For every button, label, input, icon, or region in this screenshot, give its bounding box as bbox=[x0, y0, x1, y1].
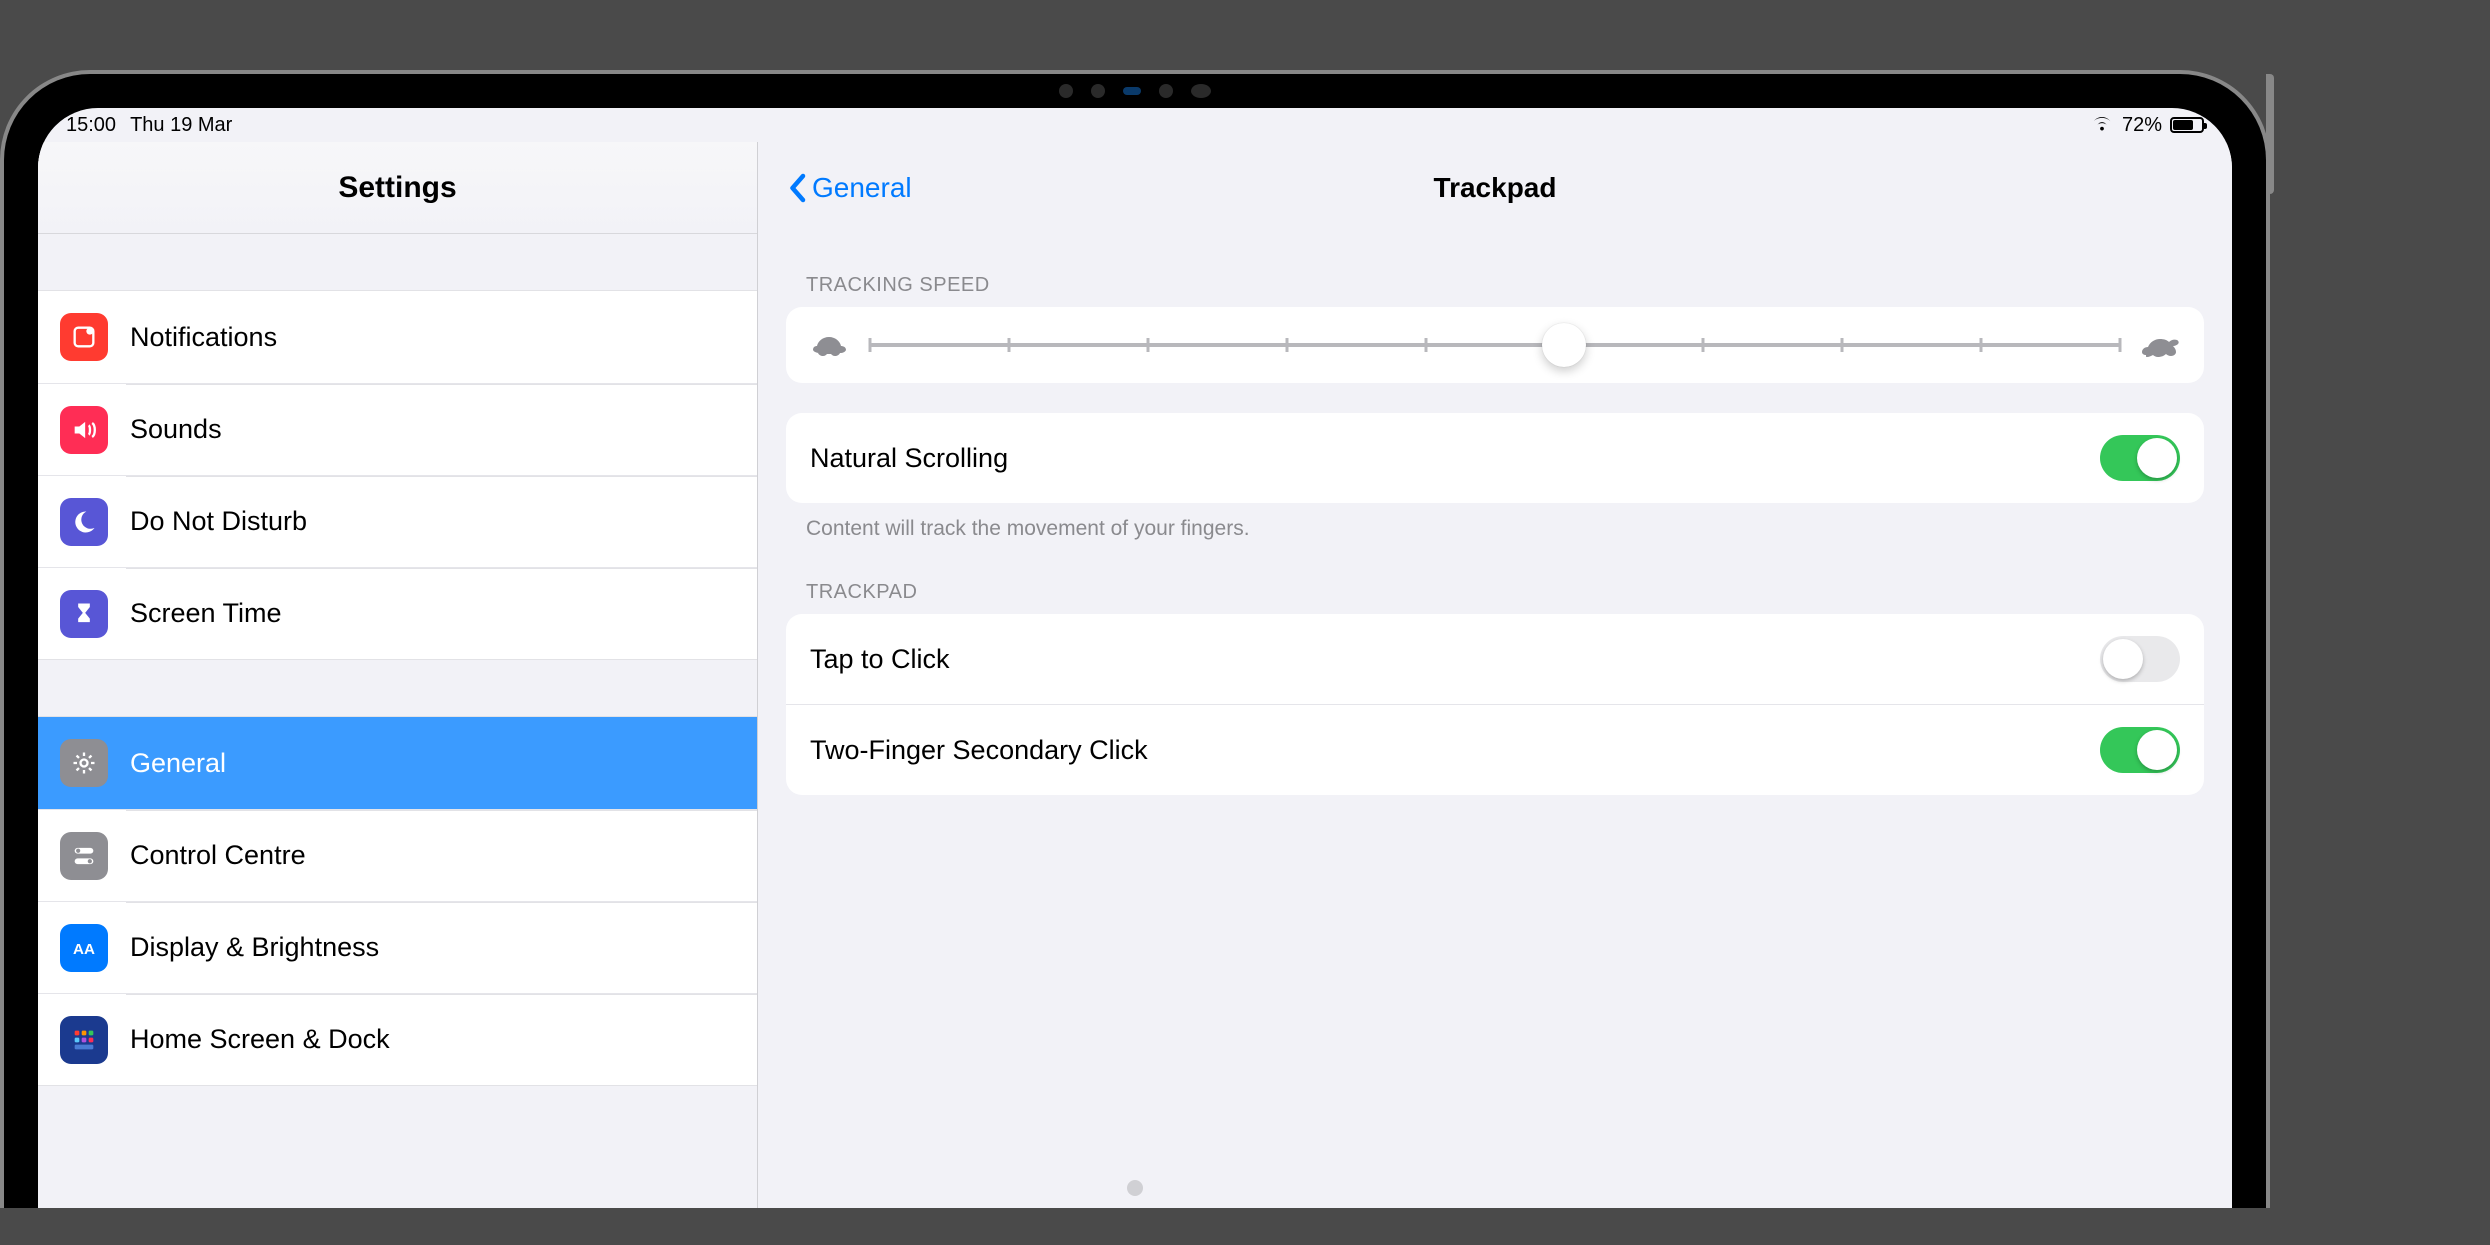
switches-icon bbox=[60, 832, 108, 880]
two-finger-switch[interactable] bbox=[2100, 727, 2180, 773]
speaker-icon bbox=[60, 406, 108, 454]
device-side-button bbox=[2266, 74, 2274, 194]
status-time: 15:00 bbox=[66, 114, 116, 137]
detail-title: Trackpad bbox=[758, 172, 2232, 204]
screen: 15:00 Thu 19 Mar 72% Settings bbox=[38, 108, 2232, 1208]
sidebar-item-label: Home Screen & Dock bbox=[130, 1024, 390, 1055]
sidebar-item-notifications[interactable]: Notifications bbox=[38, 291, 757, 383]
tracking-speed-slider[interactable] bbox=[870, 325, 2120, 365]
sidebar-item-controlcentre[interactable]: Control Centre bbox=[38, 809, 757, 901]
trackpad-card: Tap to Click Two-Finger Secondary Click bbox=[786, 614, 2204, 795]
settings-sidebar: Settings Notifications Sounds Do Not Distu… bbox=[38, 142, 758, 1208]
two-finger-label: Two-Finger Secondary Click bbox=[810, 735, 2100, 766]
sidebar-item-sounds[interactable]: Sounds bbox=[38, 383, 757, 475]
natural-scrolling-row: Natural Scrolling bbox=[786, 413, 2204, 503]
sidebar-item-general[interactable]: General bbox=[38, 717, 757, 809]
sidebar-item-label: Display & Brightness bbox=[130, 932, 379, 963]
hourglass-icon bbox=[60, 590, 108, 638]
sidebar-item-label: Notifications bbox=[130, 322, 277, 353]
svg-text:AA: AA bbox=[73, 940, 95, 957]
gear-icon bbox=[60, 739, 108, 787]
trackpad-section-header: TRACKPAD bbox=[786, 541, 2204, 614]
two-finger-row: Two-Finger Secondary Click bbox=[786, 704, 2204, 795]
home-indicator bbox=[1127, 1180, 1143, 1196]
moon-icon bbox=[60, 498, 108, 546]
battery-icon bbox=[2170, 117, 2204, 133]
natural-scrolling-switch[interactable] bbox=[2100, 435, 2180, 481]
sidebar-item-label: Screen Time bbox=[130, 598, 282, 629]
bell-icon bbox=[60, 313, 108, 361]
tap-to-click-switch[interactable] bbox=[2100, 636, 2180, 682]
status-date: Thu 19 Mar bbox=[130, 114, 232, 137]
detail-header: General Trackpad bbox=[758, 142, 2232, 234]
sidebar-item-label: General bbox=[130, 748, 226, 779]
aa-icon: AA bbox=[60, 924, 108, 972]
wifi-icon bbox=[2090, 113, 2114, 137]
chevron-left-icon bbox=[786, 173, 808, 203]
device-camera bbox=[4, 74, 2266, 108]
status-bar: 15:00 Thu 19 Mar 72% bbox=[38, 108, 2232, 142]
tap-to-click-row: Tap to Click bbox=[786, 614, 2204, 704]
tracking-speed-card bbox=[786, 307, 2204, 383]
sidebar-item-display[interactable]: AA Display & Brightness bbox=[38, 901, 757, 993]
grid-icon bbox=[60, 1016, 108, 1064]
tracking-speed-header: TRACKING SPEED bbox=[786, 234, 2204, 307]
hare-icon bbox=[2140, 331, 2180, 359]
sidebar-item-dnd[interactable]: Do Not Disturb bbox=[38, 475, 757, 567]
back-button[interactable]: General bbox=[786, 172, 912, 204]
natural-scrolling-note: Content will track the movement of your … bbox=[786, 503, 2204, 541]
natural-scrolling-label: Natural Scrolling bbox=[810, 443, 2100, 474]
back-label: General bbox=[812, 172, 912, 204]
tortoise-icon bbox=[810, 331, 850, 359]
sidebar-item-label: Sounds bbox=[130, 414, 222, 445]
tap-to-click-label: Tap to Click bbox=[810, 644, 2100, 675]
device-frame: 15:00 Thu 19 Mar 72% Settings bbox=[0, 70, 2270, 1208]
sidebar-title: Settings bbox=[38, 142, 757, 234]
sidebar-item-label: Control Centre bbox=[130, 840, 306, 871]
status-battery-pct: 72% bbox=[2122, 114, 2162, 137]
sidebar-item-label: Do Not Disturb bbox=[130, 506, 307, 537]
sidebar-item-homescreen[interactable]: Home Screen & Dock bbox=[38, 993, 757, 1085]
detail-pane: General Trackpad TRACKING SPEED bbox=[758, 142, 2232, 1208]
sidebar-item-screentime[interactable]: Screen Time bbox=[38, 567, 757, 659]
slider-knob[interactable] bbox=[1542, 323, 1586, 367]
natural-scrolling-card: Natural Scrolling bbox=[786, 413, 2204, 503]
